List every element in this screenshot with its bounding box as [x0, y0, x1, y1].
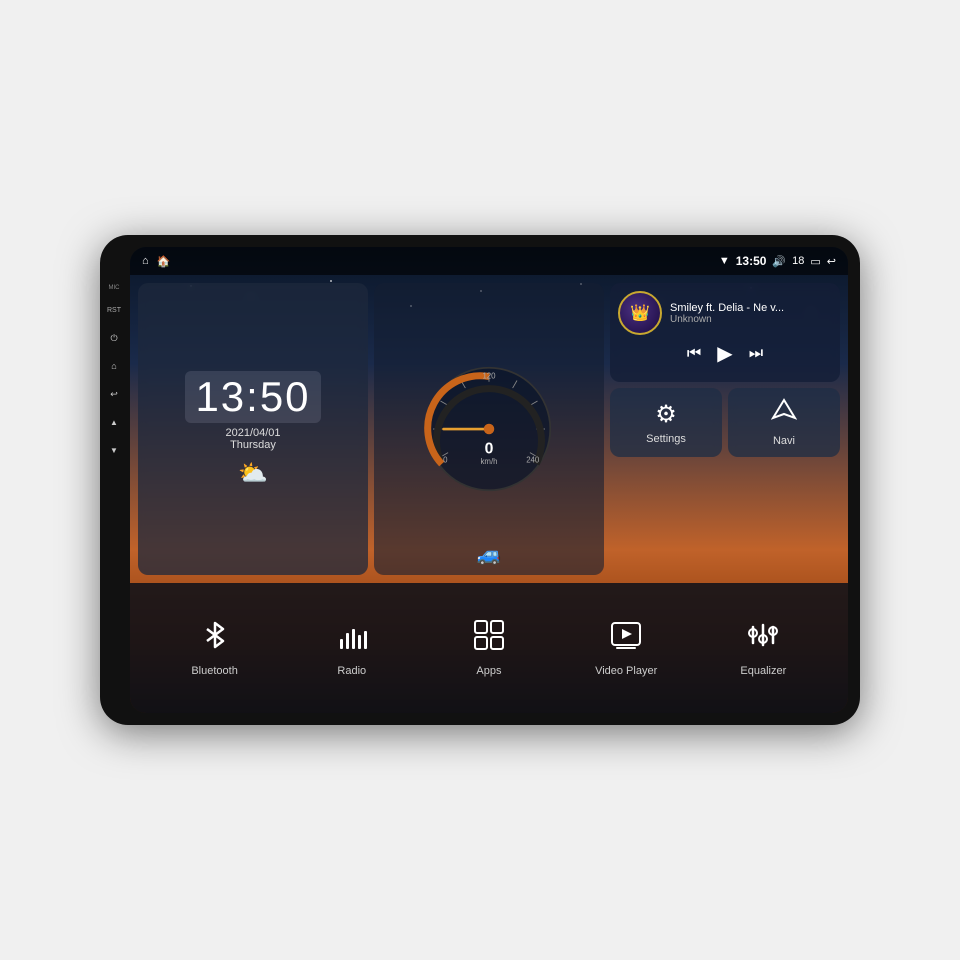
power-button[interactable]: ⏻ [105, 329, 123, 347]
navi-icon [771, 398, 797, 431]
speedometer-widget: 0 120 240 0 km/h 🚙 [374, 283, 604, 575]
screen: ⌂ 🏠 ▼ 13:50 🔊 18 ▭ ↩ 13:50 2021/04/01 Th… [130, 247, 848, 713]
battery-icon: ▭ [810, 255, 820, 268]
track-title: Smiley ft. Delia - Ne v... [670, 302, 832, 314]
bluetooth-icon-svg [199, 619, 231, 651]
equalizer-icon [747, 619, 779, 659]
bluetooth-label: Bluetooth [191, 665, 237, 677]
music-info-section: 👑 Smiley ft. Delia - Ne v... Unknown [618, 291, 832, 335]
volume-up-button[interactable]: ▲ [105, 413, 123, 431]
apps-icon-svg [473, 619, 505, 651]
nav-home-icon[interactable]: 🏠 [157, 255, 171, 268]
music-controls: ⏮ ▶ ⏭ [618, 341, 832, 366]
settings-icon: ⚙ [655, 400, 677, 429]
volume-level: 18 [792, 255, 804, 267]
prev-track-button[interactable]: ⏮ [687, 345, 701, 363]
volume-status-icon: 🔊 [772, 255, 786, 268]
equalizer-label: Equalizer [740, 665, 786, 677]
radio-icon [336, 619, 368, 659]
equalizer-button[interactable]: Equalizer [703, 619, 823, 677]
car-head-unit: MIC RST ⏻ ⌂ ↩ ▲ ▼ ⌂ 🏠 ▼ [100, 235, 860, 725]
back-side-button[interactable]: ↩ [105, 385, 123, 403]
navi-label: Navi [773, 435, 795, 447]
home-side-button[interactable]: ⌂ [105, 357, 123, 375]
status-right: ▼ 13:50 🔊 18 ▭ ↩ [719, 254, 836, 268]
volume-down-button[interactable]: ▼ [105, 441, 123, 459]
apps-label: Apps [476, 665, 501, 677]
radio-label: Radio [337, 665, 366, 677]
album-icon: 👑 [630, 303, 650, 323]
radio-icon-svg [336, 619, 368, 651]
settings-tile[interactable]: ⚙ Settings [610, 388, 722, 457]
track-info: Smiley ft. Delia - Ne v... Unknown [670, 302, 832, 325]
apps-icon [473, 619, 505, 659]
right-column: 👑 Smiley ft. Delia - Ne v... Unknown ⏮ ▶… [610, 283, 840, 575]
apps-button[interactable]: Apps [429, 619, 549, 677]
wifi-icon: ▼ [719, 255, 730, 267]
navi-tile[interactable]: Navi [728, 388, 840, 457]
video-player-label: Video Player [595, 665, 657, 677]
back-icon[interactable]: ↩ [827, 255, 836, 268]
bluetooth-icon [199, 619, 231, 659]
video-icon-svg [610, 619, 642, 651]
album-art: 👑 [618, 291, 662, 335]
rst-button[interactable]: RST [105, 301, 123, 319]
video-player-button[interactable]: Video Player [566, 619, 686, 677]
status-bar: ⌂ 🏠 ▼ 13:50 🔊 18 ▭ ↩ [130, 247, 848, 275]
clock-widget: 13:50 2021/04/01 Thursday ⛅ [138, 283, 368, 575]
bottom-bar: Bluetooth Radio [130, 583, 848, 713]
svg-text:km/h: km/h [480, 457, 497, 466]
svg-text:120: 120 [482, 371, 496, 380]
status-left: ⌂ 🏠 [142, 255, 170, 268]
settings-label: Settings [646, 433, 686, 445]
svg-text:0: 0 [443, 455, 448, 464]
side-buttons-panel: MIC RST ⏻ ⌂ ↩ ▲ ▼ [100, 285, 128, 459]
video-player-icon [610, 619, 642, 659]
svg-text:240: 240 [526, 455, 540, 464]
navigation-icon-svg [771, 398, 797, 424]
car-illustration: 🚙 [477, 542, 502, 567]
clock-day: Thursday [230, 439, 276, 451]
next-track-button[interactable]: ⏭ [749, 345, 763, 363]
play-pause-button[interactable]: ▶ [717, 341, 732, 366]
track-artist: Unknown [670, 314, 832, 325]
main-content: 13:50 2021/04/01 Thursday ⛅ [130, 275, 848, 583]
music-widget: 👑 Smiley ft. Delia - Ne v... Unknown ⏮ ▶… [610, 283, 840, 382]
mic-label: MIC [109, 285, 120, 291]
home-icon[interactable]: ⌂ [142, 255, 149, 267]
bluetooth-button[interactable]: Bluetooth [155, 619, 275, 677]
clock-display: 13:50 [185, 371, 320, 423]
equalizer-icon-svg [747, 619, 779, 651]
weather-icon: ⛅ [238, 459, 268, 488]
clock-date: 2021/04/01 [225, 427, 280, 439]
speedometer-svg: 0 120 240 0 km/h [419, 359, 559, 499]
svg-text:0: 0 [485, 441, 494, 458]
radio-button[interactable]: Radio [292, 619, 412, 677]
status-time: 13:50 [736, 254, 767, 268]
quick-tiles: ⚙ Settings Navi [610, 388, 840, 457]
